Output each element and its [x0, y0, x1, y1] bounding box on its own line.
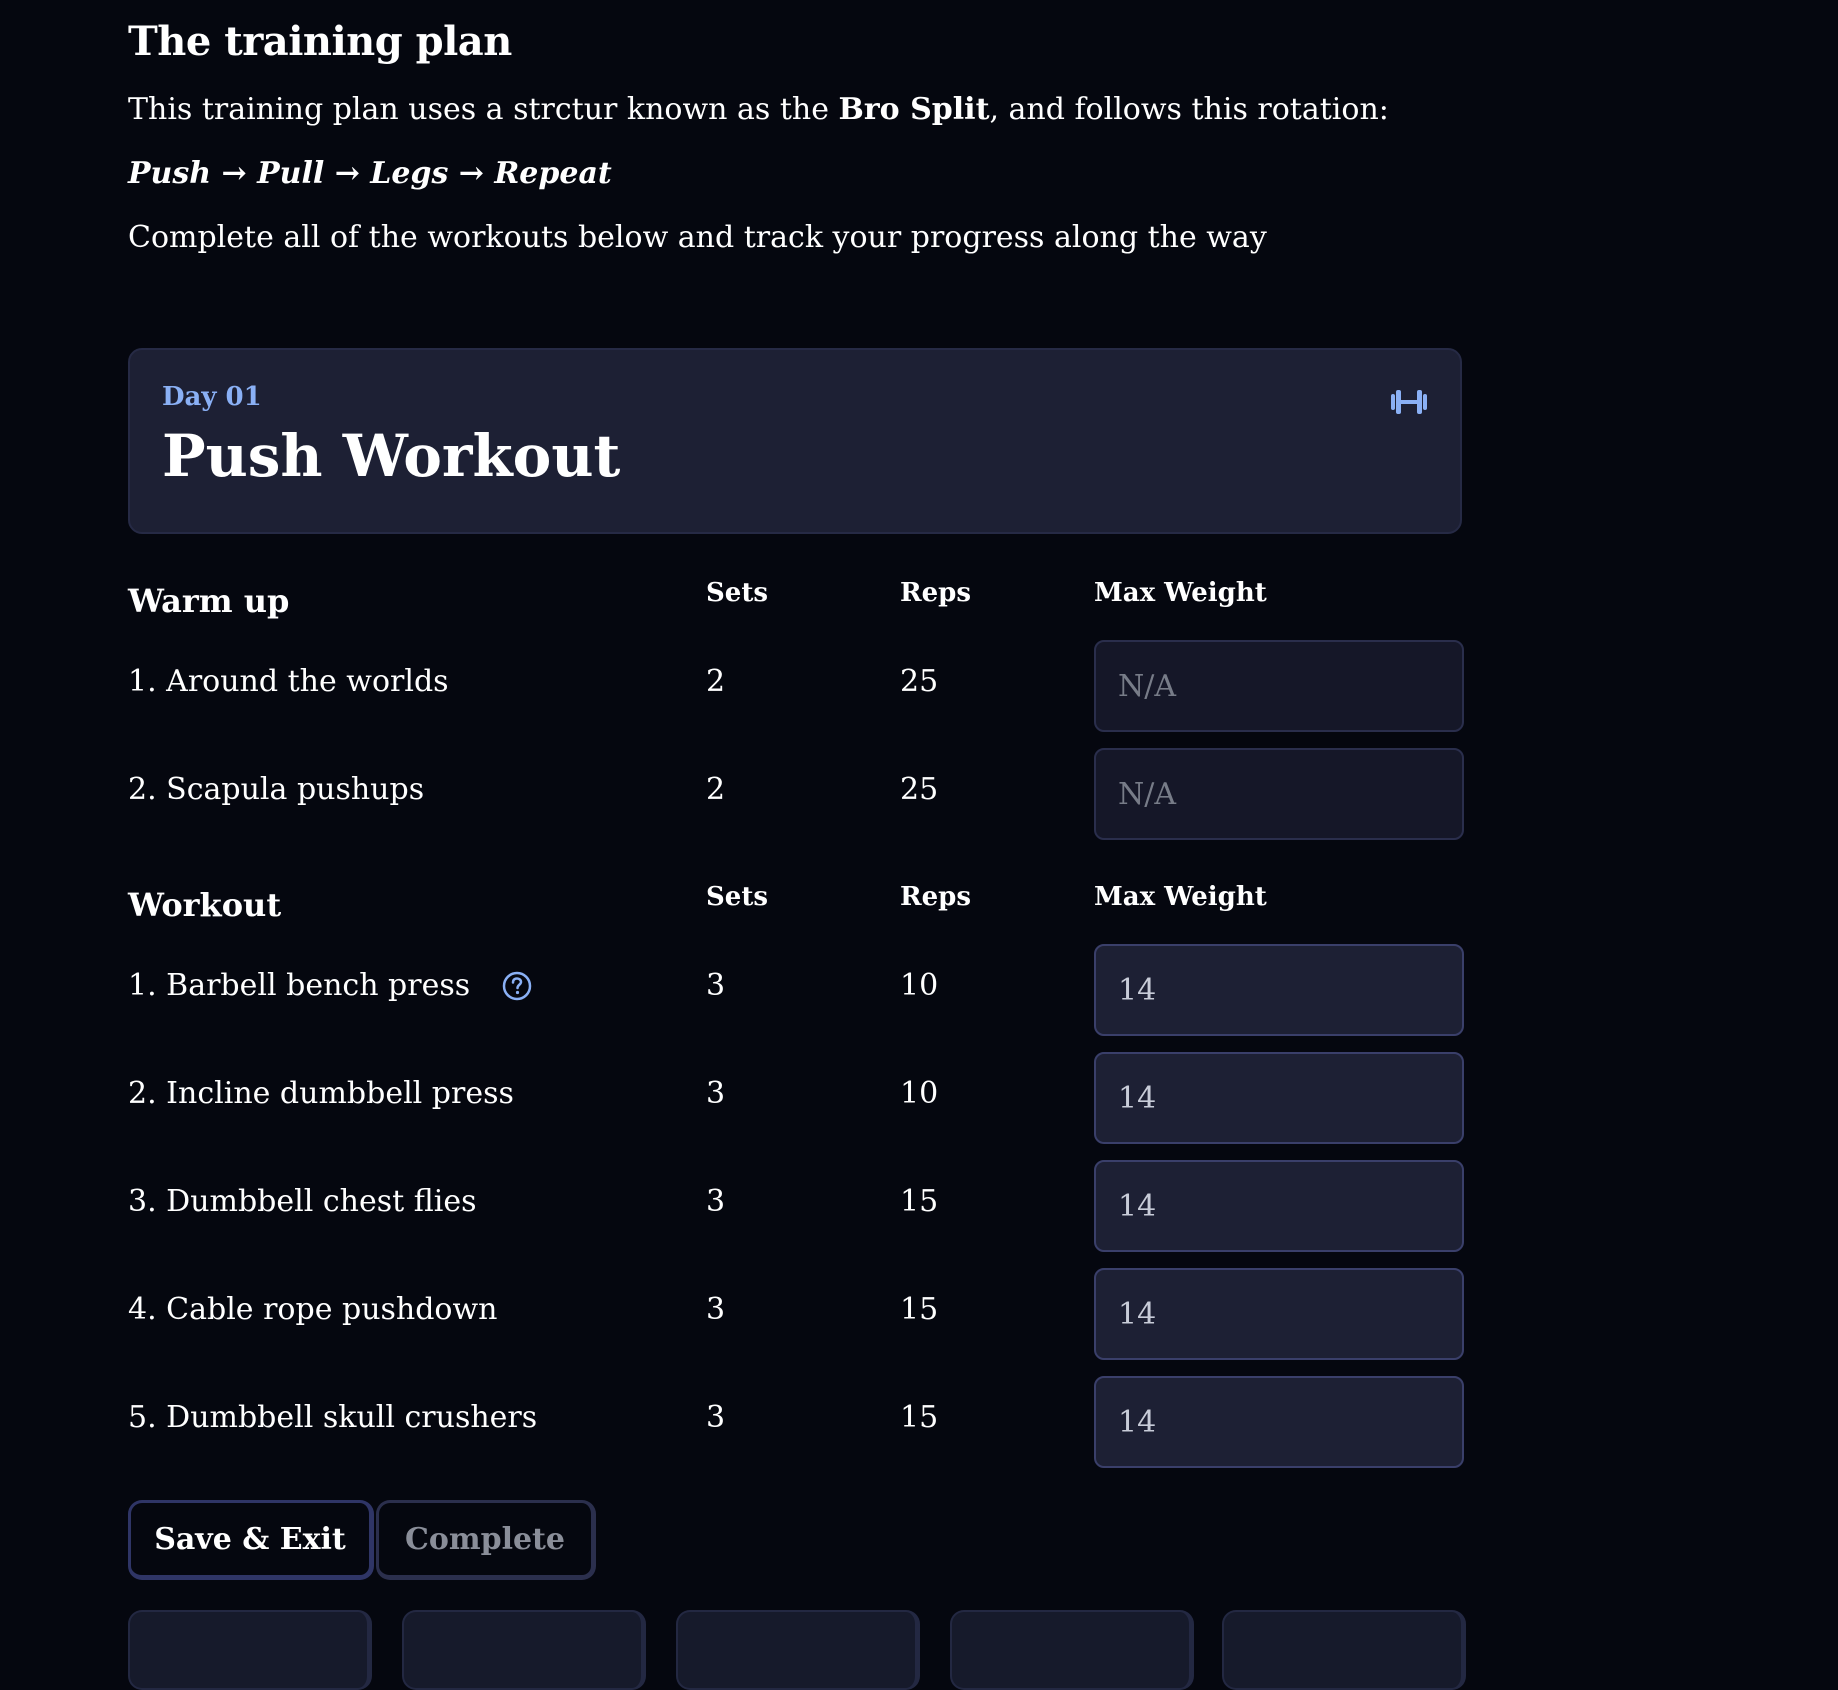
- day-tile[interactable]: [402, 1610, 646, 1690]
- reps-column-header: Reps: [900, 578, 971, 608]
- exercise-name: 1. Barbell bench press: [128, 968, 532, 1003]
- exercise-reps: 15: [900, 1400, 939, 1435]
- exercise-row: 2. Incline dumbbell press 3 10: [128, 1052, 1464, 1144]
- plan-intro-text-end: , and follows this rotation:: [989, 92, 1389, 127]
- max-weight-input[interactable]: [1094, 1052, 1464, 1144]
- warmup-title: Warm up: [128, 582, 290, 620]
- exercise-reps: 25: [900, 664, 939, 699]
- max-weight-input[interactable]: [1094, 944, 1464, 1036]
- exercise-row: 1. Barbell bench press 3 10: [128, 944, 1464, 1036]
- exercise-name: 4. Cable rope pushdown: [128, 1292, 498, 1327]
- max-weight-column-header: Max Weight: [1094, 882, 1267, 912]
- exercise-name: 5. Dumbbell skull crushers: [128, 1400, 538, 1435]
- sets-column-header: Sets: [706, 578, 768, 608]
- max-weight-column-header: Max Weight: [1094, 578, 1267, 608]
- warmup-header: Warm up Sets Reps Max Weight: [128, 578, 1464, 620]
- exercise-reps: 15: [900, 1292, 939, 1327]
- exercise-sets: 3: [706, 1184, 726, 1219]
- max-weight-input[interactable]: [1094, 640, 1464, 732]
- complete-button[interactable]: Complete: [376, 1500, 596, 1580]
- exercise-reps: 10: [900, 1076, 939, 1111]
- day-tile[interactable]: [1222, 1610, 1466, 1690]
- workout-name: Push Workout: [162, 422, 621, 490]
- plan-note: Complete all of the workouts below and t…: [128, 220, 1267, 255]
- reps-column-header: Reps: [900, 882, 971, 912]
- sets-column-header: Sets: [706, 882, 768, 912]
- exercise-row: 3. Dumbbell chest flies 3 15: [128, 1160, 1464, 1252]
- exercise-name: 3. Dumbbell chest flies: [128, 1184, 477, 1219]
- plan-title: The training plan: [128, 18, 512, 65]
- exercise-name: 1. Around the worlds: [128, 664, 449, 699]
- exercise-row: 1. Around the worlds 2 25: [128, 640, 1464, 732]
- exercise-sets: 2: [706, 664, 726, 699]
- exercise-row: 5. Dumbbell skull crushers 3 15: [128, 1376, 1464, 1468]
- exercise-sets: 3: [706, 968, 726, 1003]
- split-name: Bro Split: [838, 92, 990, 127]
- day-card: Day 01 Push Workout: [128, 348, 1462, 534]
- day-label: Day 01: [162, 382, 262, 412]
- workout-header: Workout Sets Reps Max Weight: [128, 882, 1464, 924]
- plan-intro-text: This training plan uses a strctur known …: [128, 92, 839, 127]
- max-weight-input[interactable]: [1094, 1268, 1464, 1360]
- exercise-name-text: 1. Barbell bench press: [128, 968, 471, 1003]
- max-weight-input[interactable]: [1094, 748, 1464, 840]
- dumbbell-icon: [1391, 390, 1427, 414]
- exercise-sets: 2: [706, 772, 726, 807]
- max-weight-input[interactable]: [1094, 1160, 1464, 1252]
- plan-intro: This training plan uses a strctur known …: [128, 92, 1389, 127]
- exercise-sets: 3: [706, 1076, 726, 1111]
- exercise-name: 2. Incline dumbbell press: [128, 1076, 514, 1111]
- max-weight-input[interactable]: [1094, 1376, 1464, 1468]
- exercise-sets: 3: [706, 1292, 726, 1327]
- exercise-sets: 3: [706, 1400, 726, 1435]
- help-circle-icon[interactable]: [502, 971, 532, 1001]
- exercise-reps: 10: [900, 968, 939, 1003]
- exercise-row: 2. Scapula pushups 2 25: [128, 748, 1464, 840]
- rotation-sequence: Push → Pull → Legs → Repeat: [128, 156, 612, 191]
- day-tile[interactable]: [950, 1610, 1194, 1690]
- exercise-row: 4. Cable rope pushdown 3 15: [128, 1268, 1464, 1360]
- day-tile[interactable]: [128, 1610, 372, 1690]
- day-tile[interactable]: [676, 1610, 920, 1690]
- workout-title: Workout: [128, 886, 282, 924]
- save-exit-button[interactable]: Save & Exit: [128, 1500, 374, 1580]
- exercise-name: 2. Scapula pushups: [128, 772, 425, 807]
- exercise-reps: 15: [900, 1184, 939, 1219]
- exercise-reps: 25: [900, 772, 939, 807]
